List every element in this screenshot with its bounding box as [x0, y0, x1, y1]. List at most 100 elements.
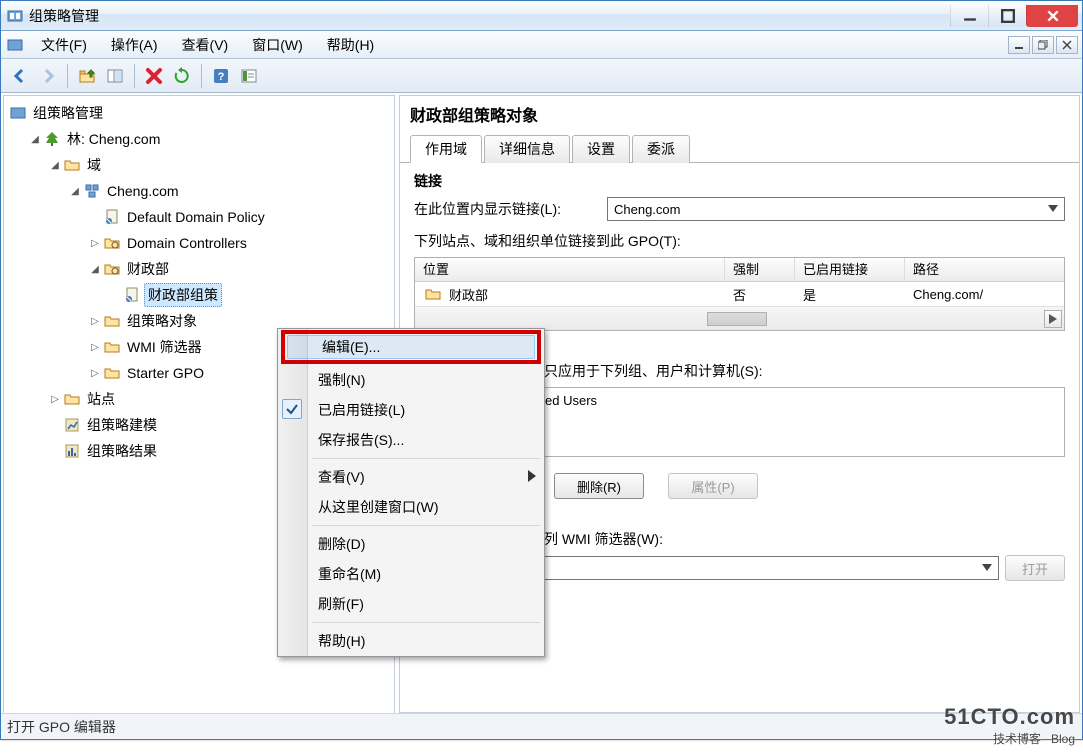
tree-label: 组策略对象: [124, 310, 200, 332]
menu-action[interactable]: 操作(A): [101, 31, 168, 59]
mmc-icon: [7, 37, 23, 53]
tree-label-selected: 财政部组策: [144, 283, 222, 307]
tree-label: 组策略建模: [84, 414, 160, 436]
listview-hscroll[interactable]: [415, 306, 1064, 330]
links-listview[interactable]: 位置 强制 已启用链接 路径 财政部 否 是 Cheng.com/: [414, 257, 1065, 331]
cell-location: 财政部: [449, 285, 488, 304]
menu-window[interactable]: 窗口(W): [242, 31, 313, 59]
cm-delete[interactable]: 删除(D): [278, 529, 544, 559]
tab-details[interactable]: 详细信息: [484, 135, 570, 163]
toolbar-props-button[interactable]: [236, 63, 262, 89]
menu-help[interactable]: 帮助(H): [317, 31, 384, 59]
col-path[interactable]: 路径: [905, 258, 1064, 282]
forest-icon: [44, 131, 60, 147]
col-location[interactable]: 位置: [415, 258, 725, 282]
toolbar-delete-button[interactable]: [141, 63, 167, 89]
toolbar-refresh-button[interactable]: [169, 63, 195, 89]
tab-settings[interactable]: 设置: [572, 135, 630, 163]
cm-link-enabled[interactable]: 已启用链接(L): [278, 395, 544, 425]
listview-header[interactable]: 位置 强制 已启用链接 路径: [415, 258, 1064, 282]
toolbar-separator: [67, 64, 68, 88]
tree-label: 站点: [84, 388, 118, 410]
show-links-combo[interactable]: Cheng.com: [607, 197, 1065, 221]
scroll-right-button[interactable]: [1044, 310, 1062, 328]
toolbar-forward-button[interactable]: [35, 63, 61, 89]
linked-locations-label: 下列站点、域和组织单位链接到此 GPO(T):: [414, 231, 1065, 251]
window-title: 组策略管理: [29, 6, 950, 26]
tree-forest[interactable]: ◢ 林: Cheng.com: [8, 126, 394, 152]
combo-value: Cheng.com: [614, 202, 680, 217]
cm-separator: [312, 525, 540, 526]
security-filtering-label: 只应用于下列组、用户和计算机(S):: [544, 361, 1065, 381]
tree-default-domain-policy[interactable]: Default Domain Policy: [8, 204, 394, 230]
cell-path: Cheng.com/: [905, 287, 1064, 302]
modeling-icon: [64, 417, 80, 433]
svg-text:?: ?: [218, 71, 225, 83]
toolbar-back-button[interactable]: [7, 63, 33, 89]
cell-link-enabled: 是: [795, 285, 905, 304]
menu-file[interactable]: 文件(F): [31, 31, 97, 59]
window-maximize-button[interactable]: [988, 5, 1026, 27]
cm-separator: [312, 622, 540, 623]
tree-label: Cheng.com: [104, 182, 182, 200]
toolbar-up-button[interactable]: [74, 63, 100, 89]
check-icon: [282, 399, 302, 419]
mdi-close-button[interactable]: [1056, 36, 1078, 54]
titlebar[interactable]: 组策略管理: [1, 1, 1082, 31]
mdi-restore-button[interactable]: [1032, 36, 1054, 54]
chevron-down-icon: [982, 564, 992, 572]
tab-delegation[interactable]: 委派: [632, 135, 690, 163]
tree-label: 组策略结果: [84, 440, 160, 462]
cm-refresh[interactable]: 刷新(F): [278, 589, 544, 619]
toolbar-separator: [134, 64, 135, 88]
toolbar-separator: [201, 64, 202, 88]
cell-enforced: 否: [725, 285, 795, 304]
cm-edit[interactable]: 编辑(E)...: [281, 330, 541, 364]
context-menu[interactable]: 编辑(E)... 强制(N) 已启用链接(L) 保存报告(S)... 查看(V)…: [277, 328, 545, 657]
tree-label: Starter GPO: [124, 364, 207, 382]
cm-new-window[interactable]: 从这里创建窗口(W): [278, 492, 544, 522]
tab-scope[interactable]: 作用域: [410, 135, 482, 163]
statusbar: 打开 GPO 编辑器: [1, 713, 1082, 739]
listview-row[interactable]: 财政部 否 是 Cheng.com/: [415, 282, 1064, 306]
mdi-minimize-button[interactable]: [1008, 36, 1030, 54]
folder-icon: [104, 339, 120, 355]
cm-rename[interactable]: 重命名(M): [278, 559, 544, 589]
domain-icon: [84, 183, 100, 199]
tree-root[interactable]: 组策略管理: [8, 100, 394, 126]
properties-button: 属性(P): [668, 473, 758, 499]
cm-save-report[interactable]: 保存报告(S)...: [278, 425, 544, 455]
tree-label: Domain Controllers: [124, 234, 250, 252]
cm-view[interactable]: 查看(V): [278, 462, 544, 492]
ou-icon: [104, 235, 120, 251]
tree-domain[interactable]: ◢ Cheng.com: [8, 178, 394, 204]
cm-help[interactable]: 帮助(H): [278, 626, 544, 656]
folder-icon: [104, 313, 120, 329]
col-link-enabled[interactable]: 已启用链接: [795, 258, 905, 282]
details-title: 财政部组策略对象: [400, 96, 1079, 134]
cell-group: ed Users: [545, 393, 597, 408]
chevron-down-icon: [1048, 205, 1058, 213]
app-icon: [7, 8, 23, 24]
tree-ou-finance[interactable]: ◢ 财政部: [8, 256, 394, 282]
window-close-button[interactable]: [1026, 5, 1078, 27]
tree-label: 林: Cheng.com: [64, 128, 163, 150]
section-links-header: 链接: [414, 171, 1065, 191]
tree-gpo-finance[interactable]: 财政部组策: [8, 282, 394, 308]
ou-icon: [104, 261, 120, 277]
tree-domains[interactable]: ◢ 域: [8, 152, 394, 178]
folder-icon: [64, 391, 80, 407]
gpo-link-icon: [124, 287, 140, 303]
window-minimize-button[interactable]: [950, 5, 988, 27]
tree-label: 组策略管理: [30, 102, 106, 124]
ou-icon: [425, 286, 441, 302]
remove-button[interactable]: 删除(R): [554, 473, 644, 499]
menu-view[interactable]: 查看(V): [172, 31, 239, 59]
scrollbar-thumb[interactable]: [707, 312, 767, 326]
toolbar-show-hide-button[interactable]: [102, 63, 128, 89]
tree-domain-controllers[interactable]: ▷ Domain Controllers: [8, 230, 394, 256]
statusbar-text: 打开 GPO 编辑器: [7, 717, 116, 737]
toolbar-help-button[interactable]: ?: [208, 63, 234, 89]
col-enforced[interactable]: 强制: [725, 258, 795, 282]
cm-enforce[interactable]: 强制(N): [278, 365, 544, 395]
